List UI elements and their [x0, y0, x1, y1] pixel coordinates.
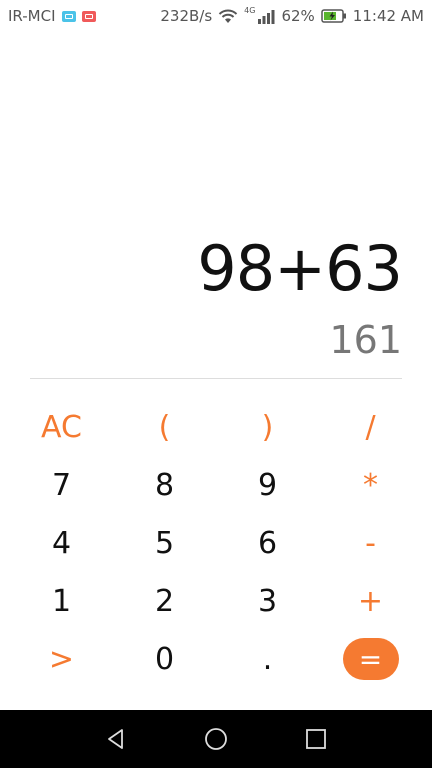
digit-5-button[interactable]: 5 — [113, 514, 216, 572]
digit-1-button[interactable]: 1 — [10, 572, 113, 630]
expression-display: 98+63 — [197, 232, 403, 305]
result-display: 161 — [329, 318, 402, 362]
signal-icon — [257, 9, 275, 24]
net-speed: 232B/s — [160, 7, 213, 25]
digit-7-button[interactable]: 7 — [10, 456, 113, 514]
battery-charging-icon — [321, 9, 347, 23]
digit-0-button[interactable]: 0 — [113, 630, 216, 688]
digit-2-button[interactable]: 2 — [113, 572, 216, 630]
message-icon — [61, 10, 76, 22]
digit-3-button[interactable]: 3 — [216, 572, 319, 630]
equals-key-cell: = — [319, 630, 422, 688]
multiply-button[interactable]: * — [319, 456, 422, 514]
carrier-label: IR-MCI — [8, 7, 56, 25]
open-paren-button[interactable]: ( — [113, 398, 216, 456]
wifi-icon — [218, 9, 238, 24]
calculator-screen: IR-MCI 232B/s 4G 62% 11:42 AM 98+63 161 … — [0, 0, 432, 768]
network-type: 4G — [244, 5, 256, 15]
divide-button[interactable]: / — [319, 398, 422, 456]
recents-icon[interactable] — [301, 724, 331, 754]
digit-4-button[interactable]: 4 — [10, 514, 113, 572]
battery-percent: 62% — [281, 7, 315, 25]
display-divider — [30, 378, 402, 379]
digit-8-button[interactable]: 8 — [113, 456, 216, 514]
back-icon[interactable] — [101, 724, 131, 754]
video-icon — [81, 10, 96, 22]
digit-6-button[interactable]: 6 — [216, 514, 319, 572]
navigation-bar — [0, 710, 432, 768]
clear-button[interactable]: AC — [10, 398, 113, 456]
status-right: 232B/s 4G 62% 11:42 AM — [160, 5, 424, 26]
keypad: AC ( ) / 7 8 9 * 4 5 6 - 1 2 3 + > 0 . = — [10, 398, 422, 688]
close-paren-button[interactable]: ) — [216, 398, 319, 456]
expand-button[interactable]: > — [10, 630, 113, 688]
status-bar: IR-MCI 232B/s 4G 62% 11:42 AM — [0, 0, 432, 32]
clock: 11:42 AM — [352, 7, 424, 25]
add-button[interactable]: + — [319, 572, 422, 630]
home-icon[interactable] — [201, 724, 231, 754]
status-left: IR-MCI — [8, 7, 96, 25]
equals-button[interactable]: = — [342, 638, 399, 680]
decimal-button[interactable]: . — [216, 630, 319, 688]
subtract-button[interactable]: - — [319, 514, 422, 572]
digit-9-button[interactable]: 9 — [216, 456, 319, 514]
